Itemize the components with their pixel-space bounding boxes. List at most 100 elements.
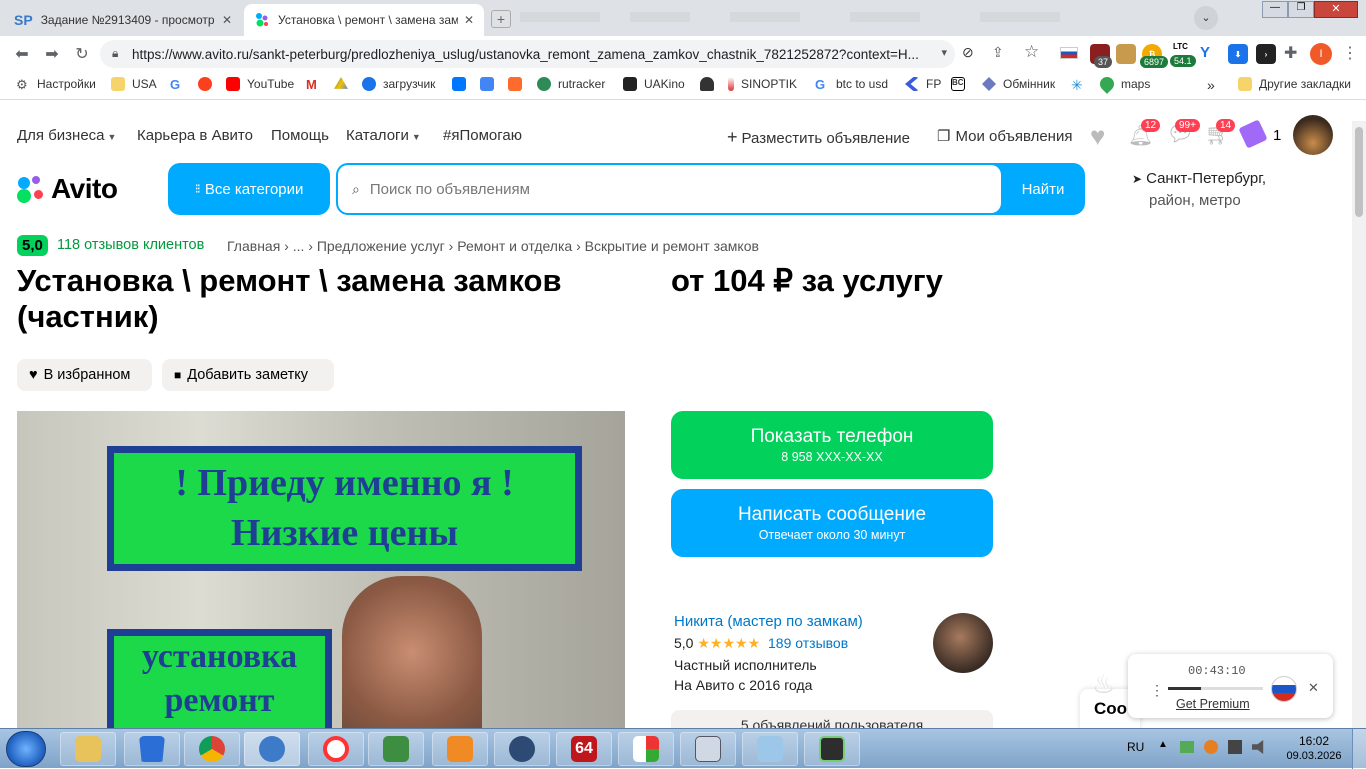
taskbar-yandex[interactable]: [308, 732, 364, 766]
bookmark-downloader[interactable]: загрузчик: [362, 77, 435, 91]
bookmark-other[interactable]: Другие закладки: [1238, 77, 1351, 91]
reload-icon[interactable]: ↻: [68, 40, 96, 68]
url-field[interactable]: 🔒︎ https://www.avito.ru/sankt-peterburg/…: [100, 40, 955, 68]
seller-name-link[interactable]: Никита (мастер по замкам): [674, 613, 863, 630]
show-phone-button[interactable]: Показать телефон 8 958 XXX-XX-XX: [671, 411, 993, 479]
taskbar-clock-app[interactable]: [494, 732, 550, 766]
nav-help[interactable]: Помощь: [271, 127, 329, 144]
show-desktop-button[interactable]: [1352, 729, 1366, 769]
bookmark-youtube[interactable]: YouTube: [226, 77, 294, 91]
puzzle-icon[interactable]: ✚: [1284, 43, 1297, 63]
avito-logo[interactable]: Avito: [17, 173, 118, 205]
heart-icon[interactable]: ♥: [1090, 121, 1105, 152]
avatar[interactable]: [1293, 115, 1333, 155]
taskbar-chrome[interactable]: [184, 732, 240, 766]
tab-avito[interactable]: Установка \ ремонт \ замена зам ✕: [244, 4, 484, 36]
forward-arrow-icon[interactable]: ➡: [38, 40, 66, 68]
language-indicator[interactable]: RU: [1127, 740, 1144, 754]
player-progress-track[interactable]: [1168, 687, 1263, 690]
taskbar-calculator[interactable]: [680, 732, 736, 766]
taskbar-app[interactable]: [742, 732, 798, 766]
bookmark-bc[interactable]: BC: [951, 77, 972, 91]
taskbar-app[interactable]: [804, 732, 860, 766]
my-ads-button[interactable]: ❐ Мои объявления: [937, 127, 1072, 145]
bookmark-translate[interactable]: [480, 77, 501, 91]
dropdown-icon[interactable]: ▾: [941, 46, 947, 59]
back-arrow-icon[interactable]: ⬅: [8, 40, 36, 68]
post-ad-button[interactable]: + Разместить объявление: [727, 127, 910, 148]
bookmark-fp[interactable]: FP: [905, 77, 941, 91]
breadcrumb[interactable]: Главная › ... › Предложение услуг › Ремо…: [227, 238, 759, 254]
volume-icon[interactable]: [1252, 740, 1264, 754]
seller-ads-button[interactable]: 5 объявлений пользователя: [671, 710, 993, 728]
favorite-button[interactable]: ♥ В избранном: [17, 359, 152, 391]
close-icon[interactable]: ✕: [222, 13, 232, 27]
taskbar-explorer[interactable]: [60, 732, 116, 766]
bookmark-gmail[interactable]: M: [306, 77, 327, 92]
scrollbar[interactable]: [1352, 121, 1366, 728]
bookmark-f[interactable]: [508, 77, 529, 91]
bookmark-sinoptik[interactable]: SINOPTIK: [728, 77, 797, 91]
reviews-link[interactable]: 118 отзывов клиентов: [57, 237, 204, 253]
tab-zadanie[interactable]: SP Задание №2913409 - просмотр з ✕: [4, 4, 242, 36]
close-icon[interactable]: ✕: [1308, 680, 1319, 696]
get-premium-link[interactable]: Get Premium: [1176, 697, 1250, 711]
profile-avatar[interactable]: I: [1310, 43, 1332, 65]
start-button[interactable]: [6, 731, 46, 767]
all-categories-button[interactable]: ⁝⁝ Все категории: [168, 163, 330, 215]
taskbar-app[interactable]: [368, 732, 424, 766]
ticket-icon[interactable]: [1238, 119, 1268, 149]
close-icon[interactable]: ✕: [464, 13, 474, 27]
tray-icon[interactable]: [1204, 740, 1218, 754]
tray-icon[interactable]: [1180, 741, 1194, 753]
bookmark-maps[interactable]: maps: [1097, 74, 1150, 94]
bookmark-uakino[interactable]: UAKino: [623, 77, 685, 91]
search-input[interactable]: [369, 180, 970, 198]
minimize-button[interactable]: —: [1262, 1, 1288, 18]
seller-avatar[interactable]: [933, 613, 993, 673]
taskbar-app[interactable]: [618, 732, 674, 766]
extension-icon[interactable]: [1116, 44, 1136, 64]
bookmark-btc[interactable]: Gbtc to usd: [815, 77, 888, 92]
extension-icon[interactable]: ›: [1256, 44, 1276, 64]
bookmark-star[interactable]: ✳: [1071, 77, 1092, 93]
russian-flag-icon[interactable]: [1271, 676, 1297, 702]
russian-flag-icon[interactable]: [1060, 47, 1078, 59]
listing-photo[interactable]: ! Приеду именно я ! Низкие цены установк…: [17, 411, 625, 728]
nav-business[interactable]: Для бизнеса ▼: [17, 127, 116, 144]
location-selector[interactable]: ➤ Санкт-Петербург, район, метро: [1132, 168, 1266, 212]
new-tab-button[interactable]: +: [491, 10, 511, 28]
seller-reviews-link[interactable]: 189 отзывов: [768, 635, 848, 651]
bookmark-settings[interactable]: ⚙ Настройки: [16, 77, 96, 92]
write-message-button[interactable]: Написать сообщение Отвечает около 30 мин…: [671, 489, 993, 557]
bookmark-exchanger[interactable]: Обмінник: [982, 77, 1055, 91]
nav-catalogs[interactable]: Каталоги ▼: [346, 127, 421, 144]
clock-date[interactable]: 09.03.2026: [1283, 750, 1345, 762]
taskbar-aida[interactable]: 64: [556, 732, 612, 766]
bookmark-google[interactable]: G: [170, 77, 191, 92]
bookmark-person[interactable]: [700, 77, 721, 91]
add-note-button[interactable]: ■ Добавить заметку: [162, 359, 334, 391]
find-button[interactable]: Найти: [1001, 163, 1085, 215]
bookmark-usa[interactable]: USA: [111, 77, 157, 91]
tray-arrow-icon[interactable]: ▲: [1158, 739, 1168, 750]
bookmark-yandex[interactable]: [198, 77, 219, 91]
extension-icon[interactable]: Y: [1200, 44, 1210, 61]
close-window-button[interactable]: ✕: [1314, 1, 1358, 18]
bookmark-star-icon[interactable]: ☆: [1024, 42, 1039, 62]
bookmark-rutracker[interactable]: rutracker: [537, 77, 605, 91]
search-box[interactable]: ⌕: [338, 165, 1001, 213]
maximize-button[interactable]: ❐: [1288, 1, 1314, 18]
scrollbar-thumb[interactable]: [1355, 127, 1363, 217]
taskbar-browser[interactable]: [244, 732, 300, 766]
nav-career[interactable]: Карьера в Авито: [137, 127, 253, 144]
menu-dots-icon[interactable]: ⋮: [1342, 43, 1358, 63]
clock-time[interactable]: 16:02: [1290, 734, 1338, 748]
camera-blocked-icon[interactable]: ⊘: [962, 44, 974, 61]
download-icon[interactable]: ⬇: [1228, 44, 1248, 64]
taskbar-app[interactable]: [124, 732, 180, 766]
taskbar-player[interactable]: [432, 732, 488, 766]
nav-help-tag[interactable]: #яПомогаю: [443, 127, 522, 144]
network-icon[interactable]: [1228, 740, 1242, 754]
bookmark-vk[interactable]: [452, 77, 473, 91]
